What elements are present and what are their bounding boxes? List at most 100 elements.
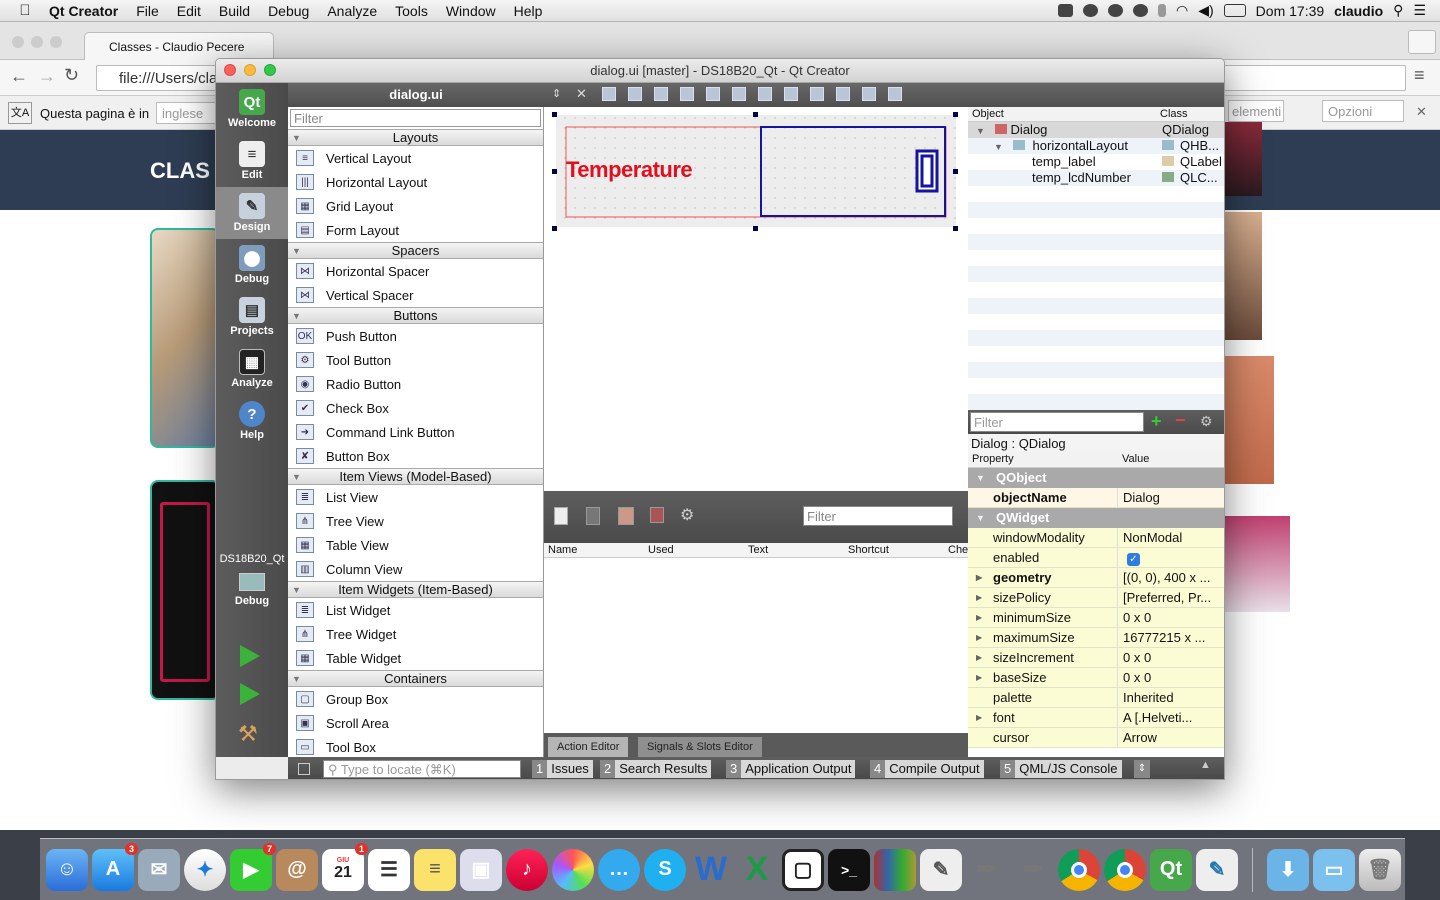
column-header[interactable]: Che (948, 544, 968, 556)
layout-horizontal-splitter-icon[interactable] (758, 87, 772, 101)
tab-signals-slots-editor[interactable]: Signals & Slots Editor (638, 737, 762, 757)
dropbox-icon[interactable] (1058, 4, 1074, 17)
reload-icon[interactable]: ↻ (64, 65, 79, 86)
winrar-icon[interactable] (874, 848, 916, 891)
reminders-icon[interactable]: ☰ (368, 848, 410, 891)
delete-action-icon[interactable] (650, 507, 664, 523)
mode-edit[interactable]: ≡ Edit (216, 135, 288, 187)
action-table[interactable] (544, 558, 968, 733)
itunes-icon[interactable]: ♪ (506, 848, 548, 891)
file-switch-arrows-icon[interactable]: ⇕ (552, 87, 561, 100)
layout-form-icon[interactable] (810, 87, 824, 101)
property-row[interactable]: maximumSize16777215 x ... (968, 628, 1224, 648)
action-filter-input[interactable]: Filter (803, 506, 953, 526)
tab-action-editor[interactable]: Action Editor (548, 737, 629, 757)
configure-wrench-icon[interactable]: ⚙ (1200, 413, 1213, 430)
menu-icon[interactable]: ≡ (1414, 65, 1425, 86)
widget-category[interactable]: Spacers (288, 242, 543, 259)
page-thumbnail[interactable] (1224, 212, 1262, 340)
remote-desktop-icon[interactable]: ▢ (782, 848, 824, 891)
column-header[interactable]: Shortcut (848, 544, 889, 556)
close-document-icon[interactable]: ✕ (576, 86, 587, 102)
qt-creator-icon[interactable]: Qt (1150, 848, 1192, 891)
close-icon[interactable]: ✕ (1416, 104, 1427, 120)
messages-icon[interactable]: … (598, 848, 640, 891)
property-row[interactable]: minimumSize0 x 0 (968, 608, 1224, 628)
menu-app-name[interactable]: Qt Creator (40, 3, 127, 19)
documents-folder-icon[interactable]: ▭ (1313, 848, 1355, 891)
property-row[interactable]: fontA [.Helveti... (968, 708, 1224, 728)
property-value[interactable]: Dialog (1118, 488, 1224, 507)
edit-signals-icon[interactable] (628, 87, 642, 101)
page-thumbnail[interactable] (1224, 516, 1290, 612)
translate-options-select[interactable]: Opzioni (1322, 100, 1404, 122)
locator-input[interactable]: ⚲ Type to locate (⌘K) (323, 760, 521, 778)
excel-icon[interactable]: X (736, 849, 778, 891)
property-value[interactable]: 0 x 0 (1118, 608, 1224, 627)
menu-tools[interactable]: Tools (386, 3, 437, 19)
terminal-icon[interactable]: >_ (828, 848, 870, 891)
toggle-sidebar-icon[interactable] (298, 763, 310, 775)
user-name[interactable]: claudio (1334, 3, 1383, 19)
close-window-button[interactable] (224, 64, 236, 76)
property-row[interactable]: enabled ✓ (968, 548, 1224, 568)
calendar-icon[interactable]: GIU 21 1 (322, 842, 368, 891)
property-value[interactable]: Arrow (1118, 728, 1224, 747)
property-value[interactable]: 0 x 0 (1118, 668, 1224, 687)
status-icon[interactable] (1133, 4, 1149, 17)
mode-welcome[interactable]: Qt Welcome (216, 83, 288, 135)
widget-item[interactable]: ≣ List View (288, 485, 543, 509)
notification-center-icon[interactable]: ☰ (1413, 2, 1426, 19)
property-value[interactable]: A [.Helveti... (1118, 708, 1224, 727)
new-action-icon[interactable] (554, 507, 568, 525)
notes-icon[interactable]: ≡ (414, 848, 456, 891)
menu-window[interactable]: Window (437, 3, 505, 19)
output-tab[interactable]: 3 Application Output (726, 760, 856, 778)
translate-language-select[interactable]: inglese (156, 102, 216, 124)
property-value[interactable]: 16777215 x ... (1118, 628, 1224, 647)
spotlight-icon[interactable]: ⚲ (1393, 2, 1403, 19)
widget-item[interactable]: ▣ Scroll Area (288, 711, 543, 735)
contacts-icon[interactable]: @ (276, 848, 318, 891)
widget-item[interactable]: ▢ Group Box (288, 687, 543, 711)
maximize-output-icon[interactable]: ▲ (1200, 759, 1211, 771)
run-icon[interactable] (240, 645, 260, 667)
menu-edit[interactable]: Edit (168, 3, 210, 19)
trash-icon[interactable]: 🗑 (1359, 848, 1401, 891)
widget-item[interactable]: ||| Horizontal Layout (288, 170, 543, 194)
widget-item[interactable]: ⋔ Tree View (288, 509, 543, 533)
add-dynamic-property-icon[interactable]: + (1151, 411, 1162, 432)
widget-item[interactable]: ➜ Command Link Button (288, 420, 543, 444)
status-icon[interactable] (1083, 4, 1099, 17)
app-store-icon[interactable]: A3 (92, 842, 138, 891)
output-tab[interactable]: 5 QML/JS Console (1000, 760, 1122, 778)
facetime-icon[interactable]: ▶ 7 (230, 842, 276, 891)
layout-vertical-splitter-icon[interactable] (784, 87, 798, 101)
object-row[interactable]: ▼ horizontalLayout QHB... (968, 138, 1224, 154)
wifi-icon[interactable]: ◠ (1176, 2, 1188, 19)
widget-item[interactable]: ▦ Grid Layout (288, 194, 543, 218)
page-thumbnail[interactable] (1224, 122, 1262, 196)
widget-item[interactable]: ⚙ Tool Button (288, 348, 543, 372)
copy-action-icon[interactable] (586, 507, 600, 525)
forward-icon[interactable]: → (38, 66, 56, 87)
remove-dynamic-property-icon[interactable]: − (1175, 410, 1186, 431)
textedit-icon[interactable]: ✎ (920, 848, 962, 891)
kit-selector[interactable]: DS18B20_Qt Debug (216, 553, 288, 607)
property-row[interactable]: baseSize0 x 0 (968, 668, 1224, 688)
widget-item[interactable]: ≡ Vertical Layout (288, 146, 543, 170)
property-value[interactable]: [(0, 0), 400 x ... (1118, 568, 1224, 587)
property-value[interactable]: [Preferred, Pr... (1118, 588, 1224, 607)
property-filter-input[interactable]: Filter (970, 412, 1144, 432)
widget-category[interactable]: Containers (288, 670, 543, 687)
volume-icon[interactable]: ◀) (1198, 2, 1213, 19)
widget-item[interactable]: ▭ Tool Box (288, 735, 543, 757)
profile-icon[interactable] (1408, 30, 1436, 54)
mode-design[interactable]: ✎ Design (216, 187, 288, 239)
preview-icon[interactable]: ✉ (138, 848, 180, 891)
edit-tab-order-icon[interactable] (680, 87, 694, 101)
widget-item[interactable]: ≣ List Widget (288, 598, 543, 622)
column-header[interactable]: Object (972, 108, 1004, 120)
column-header[interactable]: Text (748, 544, 768, 556)
menu-help[interactable]: Help (505, 3, 552, 19)
